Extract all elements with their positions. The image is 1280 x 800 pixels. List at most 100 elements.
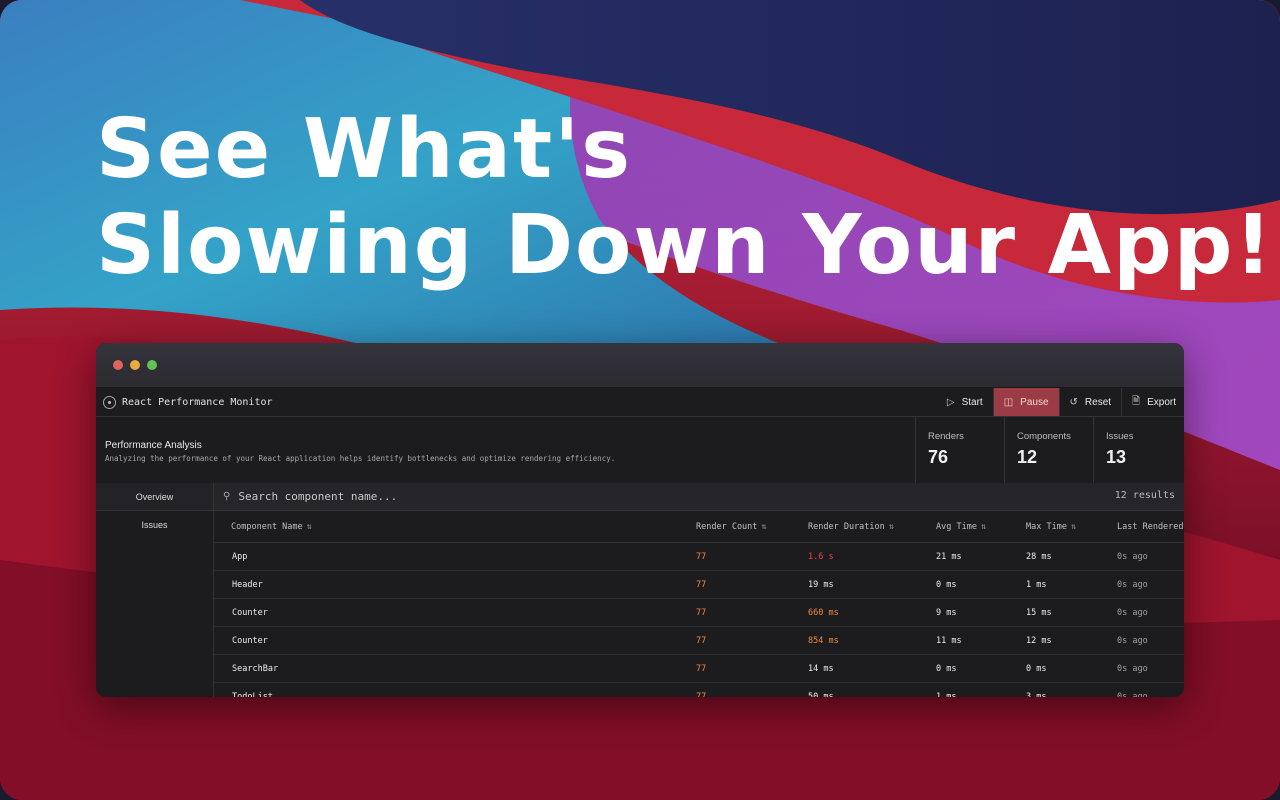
- app-title-label: React Performance Monitor: [122, 396, 273, 408]
- search-bar: ⚲ 12 results: [214, 483, 1184, 511]
- cell-render-count: 77: [695, 626, 807, 655]
- sort-icon: ⇅: [980, 521, 987, 532]
- table-row[interactable]: TodoList 77 50 ms 1 ms 3 ms 0s ago: [214, 682, 1184, 697]
- cell-component-name: TodoList: [214, 682, 695, 697]
- cell-last-rendered: 0s ago: [1116, 598, 1184, 627]
- sort-icon: ⇅: [888, 521, 894, 532]
- sort-icon: ⇅: [761, 521, 767, 532]
- cell-avg-time: 0 ms: [935, 570, 1025, 599]
- table-row[interactable]: Counter 77 854 ms 11 ms 12 ms 0s ago: [214, 626, 1184, 655]
- cell-max-time: 15 ms: [1025, 598, 1116, 627]
- stat-label: Renders: [928, 431, 964, 442]
- cell-component-name: Header: [214, 570, 695, 599]
- react-logo-icon: [103, 395, 116, 409]
- column-header-component-name[interactable]: Component Name ⇅: [214, 511, 695, 543]
- reset-button[interactable]: ↺ Reset: [1058, 388, 1122, 416]
- analysis-title: Performance Analysis: [105, 440, 202, 451]
- cell-component-name: Counter: [214, 626, 695, 655]
- column-label: Last Rendered: [1117, 521, 1184, 532]
- cell-component-name: App: [214, 542, 695, 571]
- summary-panel: Performance Analysis Analyzing the perfo…: [96, 417, 1184, 485]
- minimize-window-button[interactable]: [130, 360, 140, 370]
- cell-component-name: SearchBar: [214, 654, 695, 683]
- toolbar-buttons: ▷ Start ◫ Pause ↺ Reset 🗎 Export: [937, 388, 1184, 416]
- analysis-description: Analyzing the performance of your React …: [105, 454, 616, 463]
- stat-label: Components: [1017, 431, 1071, 442]
- export-button[interactable]: 🗎 Export: [1121, 388, 1184, 416]
- close-window-button[interactable]: [113, 360, 123, 370]
- promo-canvas: See What's Slowing Down Your App! React …: [0, 0, 1280, 800]
- toolbar: React Performance Monitor ▷ Start ◫ Paus…: [96, 388, 1184, 417]
- cell-render-duration: 50 ms: [807, 682, 935, 697]
- column-label: Avg Time: [936, 521, 977, 532]
- cell-render-duration: 1.6 s: [807, 542, 935, 571]
- cell-last-rendered: 0s ago: [1116, 654, 1184, 683]
- stat-value: 12: [1017, 447, 1038, 467]
- analysis-section: Performance Analysis Analyzing the perfo…: [105, 440, 615, 463]
- stats-group: Renders 76 Components 12 Issues 13: [915, 417, 1184, 484]
- column-label: Max Time: [1026, 521, 1067, 532]
- body-area: Overview Issues ⚲ 12 results Component N…: [96, 483, 1184, 697]
- column-header-render-duration[interactable]: Render Duration ⇅: [807, 511, 935, 543]
- cell-render-duration: 854 ms: [807, 626, 935, 655]
- cell-max-time: 28 ms: [1025, 542, 1116, 571]
- sort-icon: ⇅: [1070, 521, 1077, 532]
- stat-renders: Renders 76: [915, 417, 1004, 484]
- cell-render-count: 77: [695, 570, 807, 599]
- cell-max-time: 1 ms: [1025, 570, 1116, 599]
- table-row[interactable]: Counter 77 660 ms 9 ms 15 ms 0s ago: [214, 598, 1184, 627]
- cell-render-count: 77: [695, 542, 807, 571]
- sort-icon: ⇅: [306, 521, 312, 532]
- table-body: App 77 1.6 s 21 ms 28 ms 0s ago Header 7…: [214, 542, 1184, 697]
- components-table: Component Name ⇅ Render Count ⇅ Render Dur…: [214, 511, 1184, 697]
- app-title: React Performance Monitor: [96, 395, 273, 409]
- stat-value: 76: [928, 447, 949, 467]
- app-window: React Performance Monitor ▷ Start ◫ Paus…: [96, 343, 1184, 697]
- column-header-last-rendered[interactable]: Last Rendered: [1116, 511, 1184, 543]
- play-icon: ▷: [946, 396, 955, 408]
- column-header-avg-time[interactable]: Avg Time ⇅: [935, 511, 1025, 543]
- maximize-window-button[interactable]: [147, 360, 157, 370]
- pause-button-label: Pause: [1020, 396, 1049, 408]
- tab-overview[interactable]: Overview: [96, 483, 213, 511]
- cell-component-name: Counter: [214, 598, 695, 627]
- cell-render-count: 77: [695, 598, 807, 627]
- table-header-row: Component Name ⇅ Render Count ⇅ Render Dur…: [214, 511, 1184, 543]
- reset-icon: ↺: [1069, 396, 1078, 408]
- cell-max-time: 12 ms: [1025, 626, 1116, 655]
- table-row[interactable]: App 77 1.6 s 21 ms 28 ms 0s ago: [214, 542, 1184, 571]
- result-count: 12 results: [1114, 490, 1175, 501]
- column-header-max-time[interactable]: Max Time ⇅: [1025, 511, 1116, 543]
- cell-avg-time: 1 ms: [935, 682, 1025, 697]
- cell-render-count: 77: [695, 682, 807, 697]
- cell-max-time: 3 ms: [1025, 682, 1116, 697]
- table-row[interactable]: Header 77 19 ms 0 ms 1 ms 0s ago: [214, 570, 1184, 599]
- column-header-render-count[interactable]: Render Count ⇅: [695, 511, 807, 543]
- export-icon: 🗎: [1132, 395, 1141, 407]
- search-input[interactable]: [236, 489, 741, 504]
- tab-issues[interactable]: Issues: [96, 511, 213, 538]
- cell-max-time: 0 ms: [1025, 654, 1116, 683]
- window-titlebar[interactable]: [96, 343, 1184, 388]
- cell-render-duration: 19 ms: [807, 570, 935, 599]
- cell-avg-time: 9 ms: [935, 598, 1025, 627]
- cell-render-count: 77: [695, 654, 807, 683]
- cell-last-rendered: 0s ago: [1116, 682, 1184, 697]
- column-label: Render Duration: [808, 521, 885, 532]
- cell-render-duration: 14 ms: [807, 654, 935, 683]
- headline-line-2: Slowing Down Your App!: [96, 198, 1274, 293]
- start-button[interactable]: ▷ Start: [937, 388, 993, 416]
- search-icon: ⚲: [223, 491, 231, 502]
- cell-last-rendered: 0s ago: [1116, 542, 1184, 571]
- stat-components: Components 12: [1004, 417, 1093, 484]
- stat-label: Issues: [1106, 431, 1134, 442]
- cell-last-rendered: 0s ago: [1116, 570, 1184, 599]
- column-label: Render Count: [696, 521, 758, 532]
- pause-button[interactable]: ◫ Pause: [992, 388, 1059, 416]
- start-button-label: Start: [961, 396, 983, 408]
- stat-issues: Issues 13: [1093, 417, 1184, 484]
- cell-avg-time: 0 ms: [935, 654, 1025, 683]
- export-button-label: Export: [1147, 396, 1176, 408]
- cell-render-duration: 660 ms: [807, 598, 935, 627]
- table-row[interactable]: SearchBar 77 14 ms 0 ms 0 ms 0s ago: [214, 654, 1184, 683]
